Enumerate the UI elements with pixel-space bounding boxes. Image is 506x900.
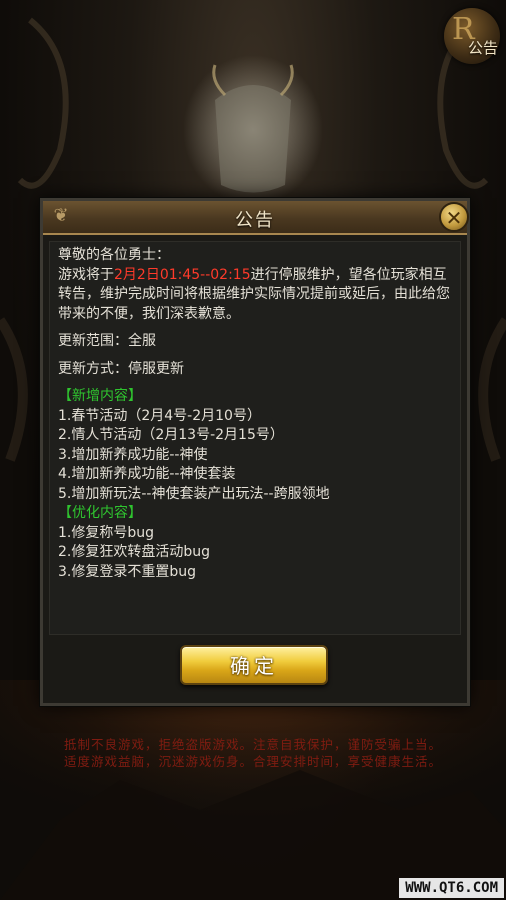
update-scope: 更新范围：全服: [58, 333, 156, 349]
dialog-titlebar: ❦ 公告 ✕: [43, 201, 469, 235]
announcement-content[interactable]: 尊敬的各位勇士： 游戏将于2月2日01:45--02:15进行停服维护，望各位玩…: [49, 241, 461, 635]
site-watermark: WWW.QT6.COM: [399, 878, 504, 898]
confirm-button[interactable]: 确定: [180, 645, 328, 685]
greeting: 尊敬的各位勇士：: [58, 247, 170, 263]
notice-corner-button[interactable]: R 公告: [444, 8, 500, 64]
list-item: 3.修复登录不重置bug: [58, 563, 197, 580]
announcement-dialog: ❦ 公告 ✕ 尊敬的各位勇士： 游戏将于2月2日01:45--02:15进行停服…: [40, 198, 470, 706]
notice-corner-label: 公告: [467, 39, 498, 57]
close-button[interactable]: ✕: [439, 202, 469, 232]
list-item: 5.增加新玩法--神使套装产出玩法--跨服领地: [58, 485, 330, 502]
intro-before: 游戏将于: [58, 266, 114, 283]
health-notice-line-2: 适度游戏益脑，沉迷游戏伤身。合理安排时间，享受健康生活。: [63, 754, 442, 769]
list-item: 1.修复称号bug: [58, 524, 155, 541]
update-method: 更新方式：停服更新: [58, 360, 184, 377]
list-item: 2.情人节活动（2月13号-2月15号）: [58, 427, 284, 443]
new-content-header: 【新增内容】: [58, 388, 142, 404]
list-item: 3.增加新养成功能--神使: [58, 446, 208, 463]
list-item: 2.修复狂欢转盘活动bug: [58, 544, 211, 560]
dialog-title: 公告: [235, 210, 275, 231]
list-item: 1.春节活动（2月4号-2月10号）: [58, 407, 261, 424]
maintenance-time: 2月2日01:45--02:15: [114, 266, 251, 283]
optimization-header: 【优化内容】: [58, 505, 142, 521]
close-icon: ✕: [445, 206, 463, 230]
intro-paragraph: 游戏将于2月2日01:45--02:15进行停服维护，望各位玩家相互转告，维护完…: [58, 266, 452, 325]
list-item: 4.增加新养成功能--神使套装: [58, 466, 236, 482]
